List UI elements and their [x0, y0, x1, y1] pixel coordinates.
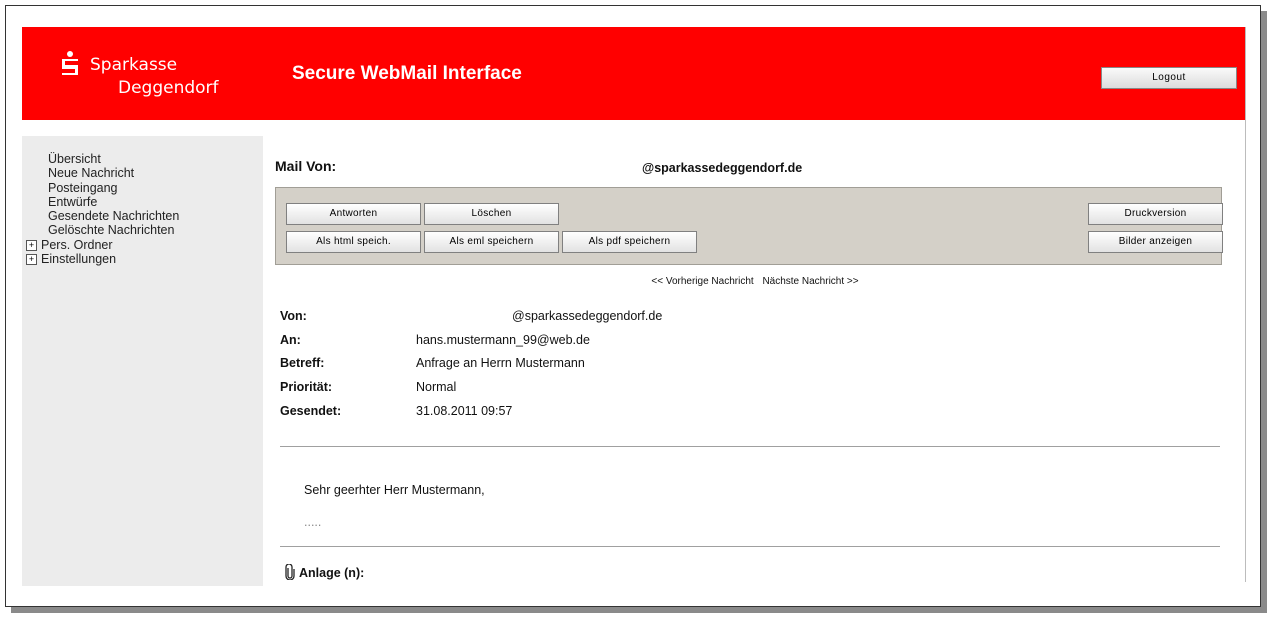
save-html-button[interactable]: Als html speich.: [286, 231, 421, 253]
meta-value: @sparkassedeggendorf.de: [512, 309, 663, 323]
sidebar-item-label: Einstellungen: [41, 252, 117, 267]
mail-toolbar: Antworten Löschen Als html speich. Als e…: [275, 187, 1223, 265]
mail-from-address: @sparkassedeggendorf.de: [642, 161, 803, 175]
meta-label: Von:: [280, 309, 307, 323]
mail-body-greeting: Sehr geerhter Herr Mustermann,: [304, 483, 485, 497]
logout-button[interactable]: Logout: [1101, 67, 1237, 89]
expand-icon[interactable]: +: [26, 239, 37, 251]
browser-frame: Sparkasse Deggendorf Secure WebMail Inte…: [5, 5, 1261, 607]
meta-value: Anfrage an Herrn Mustermann: [416, 356, 585, 371]
show-images-button[interactable]: Bilder anzeigen: [1088, 231, 1223, 253]
reply-button[interactable]: Antworten: [286, 203, 421, 225]
brand-name: Sparkasse Deggendorf: [90, 54, 219, 100]
meta-value: Normal: [416, 380, 457, 395]
app-title: Secure WebMail Interface: [292, 63, 522, 84]
save-eml-button[interactable]: Als eml speichern: [424, 231, 559, 253]
meta-label: Betreff:: [280, 356, 325, 371]
attachments-section: Anlage (n):: [285, 563, 365, 581]
divider: [280, 446, 1220, 447]
sidebar-item-label: Pers. Ordner: [41, 237, 113, 252]
sidebar-item-entwuerfe[interactable]: Entwürfe: [48, 195, 179, 209]
sidebar-item-gesendete-nachrichten[interactable]: Gesendete Nachrichten: [48, 209, 179, 223]
sidebar-nav: Übersicht Neue Nachricht Posteingang Ent…: [26, 152, 179, 266]
meta-value: 31.08.2011 09:57: [416, 403, 513, 418]
expand-icon[interactable]: +: [26, 254, 37, 266]
message-navigation: << Vorherige Nachricht Nächste Nachricht…: [275, 276, 1235, 287]
header-bar: Sparkasse Deggendorf Secure WebMail Inte…: [22, 27, 1245, 120]
meta-label: An:: [280, 332, 301, 347]
sidebar-item-posteingang[interactable]: Posteingang: [48, 181, 179, 195]
sidebar-item-neue-nachricht[interactable]: Neue Nachricht: [48, 166, 179, 180]
brand-line-1: Sparkasse: [90, 55, 178, 75]
sidebar-item-uebersicht[interactable]: Übersicht: [48, 152, 179, 166]
mail-heading: Mail Von:: [275, 158, 337, 174]
next-message-link[interactable]: Nächste Nachricht >>: [762, 276, 858, 287]
attachments-label: Anlage (n):: [299, 566, 365, 580]
previous-message-link[interactable]: << Vorherige Nachricht: [651, 276, 753, 287]
mail-view: Mail Von: @sparkassedeggendorf.de Antwor…: [275, 136, 1235, 586]
meta-label: Priorität:: [280, 380, 333, 395]
sidebar-item-pers-ordner[interactable]: + Pers. Ordner: [26, 238, 179, 252]
meta-label: Gesendet:: [280, 403, 342, 418]
sparkasse-s-icon: [62, 51, 78, 75]
divider: [280, 546, 1220, 547]
sidebar: Übersicht Neue Nachricht Posteingang Ent…: [22, 136, 263, 586]
sidebar-item-einstellungen[interactable]: + Einstellungen: [26, 252, 179, 266]
mail-body-ellipsis: .....: [304, 515, 322, 529]
brand-line-2: Deggendorf: [118, 78, 219, 98]
save-pdf-button[interactable]: Als pdf speichern: [562, 231, 697, 253]
print-version-button[interactable]: Druckversion: [1088, 203, 1223, 225]
delete-button[interactable]: Löschen: [424, 203, 559, 225]
paperclip-icon: [285, 563, 295, 581]
sidebar-item-geloeschte-nachrichten[interactable]: Gelöschte Nachrichten: [48, 223, 179, 237]
right-divider: [1245, 27, 1246, 582]
meta-value: hans.mustermann_99@web.de: [416, 332, 590, 347]
